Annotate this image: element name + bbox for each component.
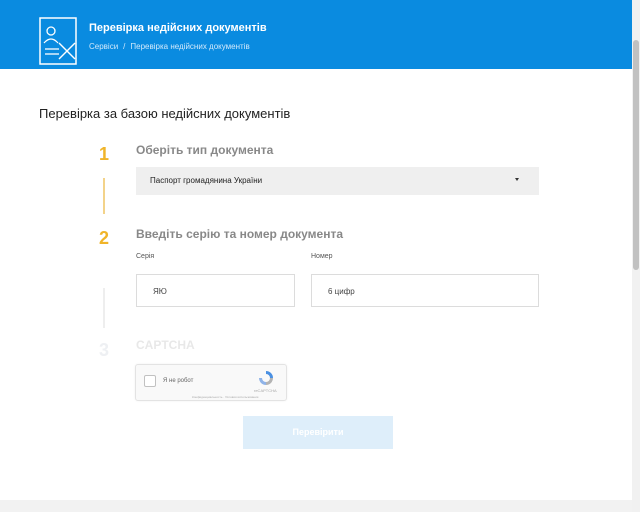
section-heading: Перевірка за базою недійсних документів <box>39 106 291 121</box>
breadcrumb-separator: / <box>123 42 126 51</box>
recaptcha-widget: Я не робот reCAPTCHA Конфиденциальность … <box>135 364 287 401</box>
step-2-title: Введіть серію та номер документа <box>136 227 344 241</box>
series-placeholder: ЯЮ <box>153 287 167 296</box>
scrollbar-thumb[interactable] <box>633 40 639 270</box>
recaptcha-logo-icon <box>259 371 273 385</box>
scrollbar[interactable] <box>632 0 640 512</box>
step-1-title: Оберіть тип документа <box>136 143 274 157</box>
page-header: Перевірка недійсних документів Сервіси / П… <box>0 0 632 69</box>
recaptcha-label: Я не робот <box>163 378 194 384</box>
step-3-number: 3 <box>98 340 109 360</box>
number-input[interactable]: 6 цифр <box>311 274 539 307</box>
recaptcha-brand: reCAPTCHA <box>254 388 277 393</box>
caret-down-icon <box>515 178 519 181</box>
document-type-select[interactable]: Паспорт громадянина України <box>136 167 539 195</box>
series-input[interactable]: ЯЮ <box>136 274 295 307</box>
recaptcha-checkbox[interactable] <box>144 375 156 387</box>
check-button[interactable]: Перевірити <box>243 416 393 449</box>
step-connector-1 <box>103 178 105 214</box>
step-connector-2 <box>103 288 105 328</box>
document-check-icon <box>39 17 77 65</box>
step-2-number: 2 <box>98 228 109 248</box>
step-3-title: CAPTCHA <box>136 338 195 352</box>
number-label: Номер <box>311 253 333 260</box>
step-1-number: 1 <box>98 144 109 164</box>
breadcrumb-services-link[interactable]: Сервіси <box>89 42 118 51</box>
breadcrumb: Сервіси / Перевірка недійсних документів <box>89 42 250 51</box>
document-type-selected: Паспорт громадянина України <box>150 176 263 185</box>
footer <box>0 500 632 512</box>
recaptcha-terms-link[interactable]: Конфиденциальность · Условия использован… <box>192 395 258 399</box>
series-label: Серія <box>136 253 155 260</box>
breadcrumb-current: Перевірка недійсних документів <box>130 42 250 51</box>
number-placeholder: 6 цифр <box>328 287 355 296</box>
page-title: Перевірка недійсних документів <box>89 22 267 34</box>
